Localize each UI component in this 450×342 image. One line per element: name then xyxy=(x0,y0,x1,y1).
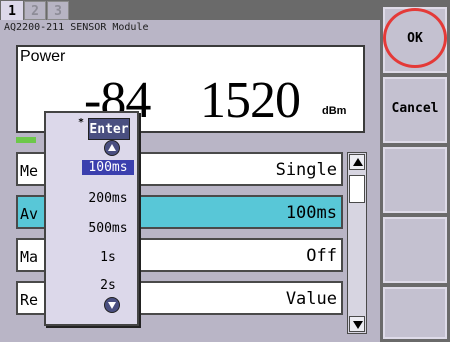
power-label: Power xyxy=(20,48,66,65)
tab-2[interactable]: 2 xyxy=(24,1,46,20)
scroll-thumb[interactable] xyxy=(349,175,365,203)
arrow-up-icon xyxy=(108,144,116,151)
enter-mark: * xyxy=(78,117,85,128)
popup-up-button[interactable] xyxy=(104,140,120,156)
arrow-up-icon xyxy=(353,158,363,166)
enter-button[interactable]: Enter xyxy=(88,118,130,140)
popup-down-button[interactable] xyxy=(104,297,120,313)
tab-3[interactable]: 3 xyxy=(47,1,69,20)
setting-value: Value xyxy=(285,289,337,309)
tab-1[interactable]: 1 xyxy=(1,1,23,20)
module-title: AQ2200-211 SENSOR Module xyxy=(4,22,149,33)
list-scrollbar[interactable] xyxy=(347,152,367,334)
arrow-down-icon xyxy=(353,321,363,329)
averaging-time-popup: * Enter 100ms 200ms 500ms 1s 2s xyxy=(44,111,139,326)
arrow-down-icon xyxy=(108,302,116,309)
setting-value: Off xyxy=(306,246,337,266)
tab-bar: 1 2 3 xyxy=(0,0,380,20)
scroll-down-button[interactable] xyxy=(349,316,365,332)
popup-option[interactable]: 1s xyxy=(82,250,134,265)
softkey-4-button[interactable] xyxy=(383,217,447,283)
setting-value: Single xyxy=(275,160,337,180)
setting-value: 100ms xyxy=(285,203,337,223)
popup-option[interactable]: 2s xyxy=(82,278,134,293)
ok-highlight-circle xyxy=(383,8,447,68)
power-value-extra: 1520 xyxy=(200,72,301,129)
power-unit: dBm xyxy=(322,105,347,117)
softkey-3-button[interactable] xyxy=(383,147,447,213)
setting-label: Me xyxy=(20,162,39,180)
popup-option[interactable]: 500ms xyxy=(82,221,134,236)
popup-option[interactable]: 100ms xyxy=(82,160,134,175)
softkey-5-button[interactable] xyxy=(383,287,447,339)
level-indicator xyxy=(16,137,36,143)
setting-label: Av xyxy=(20,205,39,223)
setting-label: Ma xyxy=(20,248,39,266)
instrument-screen: 1 2 3 AQ2200-211 SENSOR Module Power -84… xyxy=(0,0,450,342)
popup-option[interactable]: 200ms xyxy=(82,191,134,206)
scroll-up-button[interactable] xyxy=(349,154,365,170)
setting-label: Re xyxy=(20,291,39,309)
cancel-button[interactable]: Cancel xyxy=(383,77,447,143)
